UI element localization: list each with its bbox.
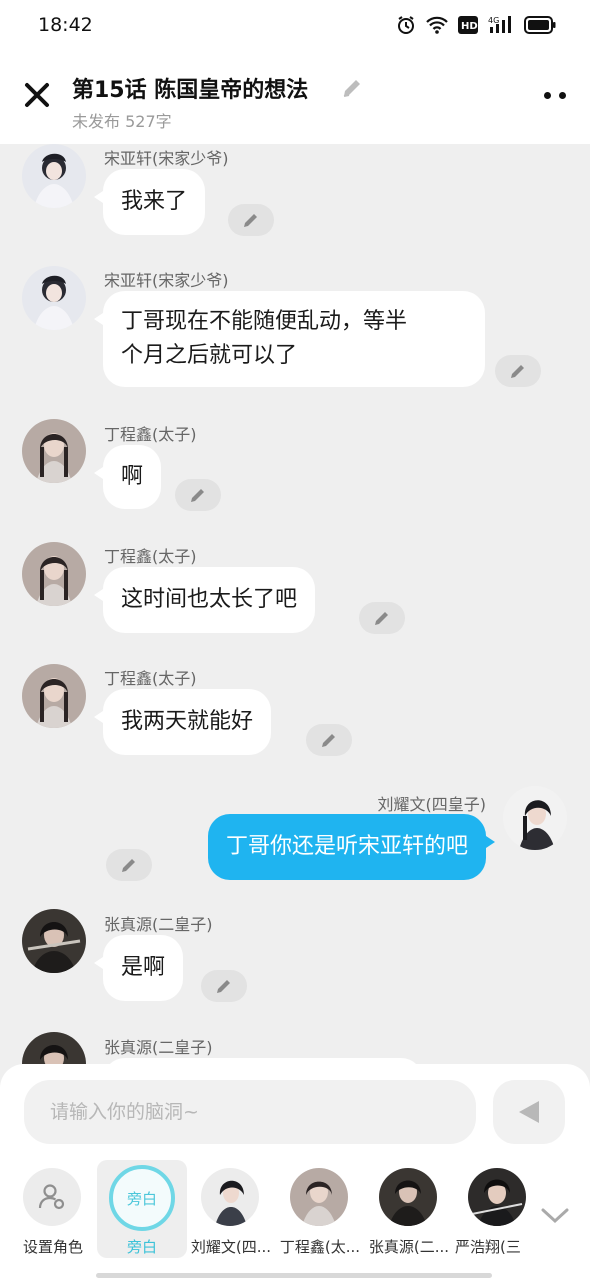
avatar[interactable] [22,144,86,208]
pencil-icon [217,980,230,993]
status-icons: HD 4G [396,15,556,35]
edit-title-icon[interactable] [340,76,364,100]
character-zhang-zhenyuan[interactable]: 张真源(二... [364,1160,454,1258]
avatar [290,1168,348,1226]
character-label: 丁程鑫(太... [279,1238,361,1256]
chapter-status: 未发布 527字 [72,112,172,131]
status-bar: 18:42 HD 4G [0,0,590,52]
avatar[interactable] [22,419,86,483]
message-text: 我来了 [121,189,188,214]
edit-message-button[interactable] [495,355,541,387]
avatar[interactable] [22,909,86,973]
edit-message-button[interactable] [359,602,405,634]
set-role-button[interactable]: 设置角色 [8,1160,98,1258]
avatar[interactable] [22,266,86,330]
pencil-icon [375,612,388,625]
hd-icon: HD [458,16,478,34]
send-icon [519,1101,539,1123]
svg-text:4G: 4G [488,16,499,25]
edit-message-button[interactable] [175,479,221,511]
alarm-icon [398,16,414,34]
set-role-icon [23,1168,81,1226]
message-text: 我两天就能好 [121,709,254,734]
story-input[interactable]: 请输入你的脑洞~ [24,1080,476,1144]
status-time: 18:42 [38,14,93,36]
avatar [379,1168,437,1226]
message-text-line: 个月之后就可以了 [121,343,298,368]
character-label: 旁白 [126,1238,157,1256]
battery-icon [524,16,556,34]
message-sender: 丁程鑫(太子) [104,547,197,566]
edit-message-button[interactable] [201,970,247,1002]
svg-text:HD: HD [461,21,478,32]
message-bubble[interactable]: 丁哥你还是听宋亚轩的吧 [207,814,496,880]
character-yan-haoxiang[interactable]: 严浩翔(三 [453,1160,533,1258]
chapter-title[interactable]: 第15话 陈国皇帝的想法 [72,72,308,104]
character-selector: 设置角色 旁白 旁白 刘耀文(四... 丁程鑫(太... 张真源(二... 严浩… [0,1160,590,1260]
message-sender: 张真源(二皇子) [104,1038,213,1057]
pencil-icon [511,365,524,378]
avatar[interactable] [22,542,86,606]
message-bubble[interactable]: 这时间也太长了吧 [93,567,316,633]
avatar [468,1168,526,1226]
pencil-icon [191,489,204,502]
message-text: 是啊 [121,955,166,980]
composer-panel: 请输入你的脑洞~ 设置角色 旁白 旁白 刘耀文(四... 丁程鑫(太... 张真… [0,1064,590,1280]
message-text: 这时间也太长了吧 [121,587,298,612]
close-icon[interactable] [22,80,52,110]
message-sender: 宋亚轩(宋家少爷) [104,271,229,290]
chapter-header: 第15话 陈国皇帝的想法 未发布 527字 [0,52,590,144]
message-bubble[interactable]: 啊 [93,445,162,509]
pencil-icon [122,859,135,872]
chevron-down-icon[interactable] [540,1206,570,1226]
send-button[interactable] [493,1080,565,1144]
wifi-icon [426,16,448,34]
avatar[interactable] [503,786,567,850]
message-bubble[interactable]: 我来了 [93,169,206,235]
avatar[interactable] [22,664,86,728]
message-sender: 丁程鑫(太子) [104,425,197,444]
message-bubble[interactable]: 我两天就能好 [93,689,272,755]
scroll-indicator [96,1273,492,1278]
more-options-icon[interactable] [544,92,566,99]
chat-list[interactable]: 宋亚轩(宋家少爷) 我来了 宋亚轩(宋家少爷) 丁哥现在不能随便乱动，等半 个月… [0,144,590,1064]
message-text: 丁哥你还是听宋亚轩的吧 [225,834,468,859]
message-bubble[interactable]: 丁哥现在不能随便乱动，等半 个月之后就可以了 [94,291,485,387]
message-bubble[interactable]: 是啊 [93,935,184,1001]
message-sender: 宋亚轩(宋家少爷) [104,149,229,168]
edit-message-button[interactable] [306,724,352,756]
signal-icon: 4G [488,16,511,33]
edit-message-button[interactable] [228,204,274,236]
edit-message-button[interactable] [106,849,152,881]
message-sender: 丁程鑫(太子) [104,669,197,688]
character-liu-yaowen[interactable]: 刘耀文(四... [186,1160,276,1258]
message-text: 啊 [121,464,144,489]
narrator-badge: 旁白 [109,1165,175,1231]
avatar [201,1168,259,1226]
message-sender: 张真源(二皇子) [104,915,213,934]
character-label: 刘耀文(四... [190,1238,272,1256]
character-label: 设置角色 [22,1238,83,1256]
pencil-icon [244,214,257,227]
message-text-line: 丁哥现在不能随便乱动，等半 [121,309,408,334]
character-label: 张真源(二... [368,1238,450,1256]
character-narrator[interactable]: 旁白 旁白 [97,1160,187,1258]
avatar[interactable] [22,1032,86,1064]
character-ding-chengxin[interactable]: 丁程鑫(太... [275,1160,365,1258]
message-sender: 刘耀文(四皇子) [377,795,487,814]
pencil-icon [322,734,335,747]
character-label: 严浩翔(三 [455,1238,521,1256]
